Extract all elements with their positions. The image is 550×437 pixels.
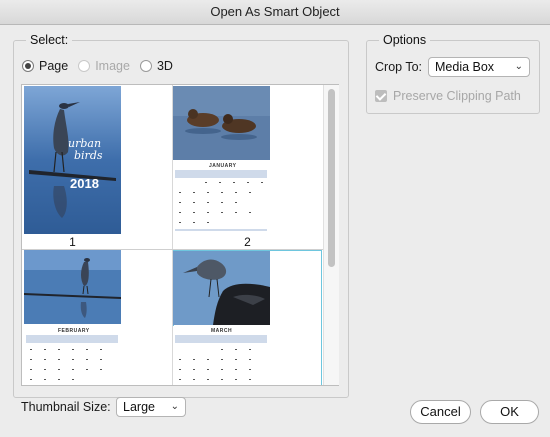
checkbox-check-icon: [375, 90, 387, 102]
select-radio-group: Page Image 3D: [22, 58, 183, 74]
january-day-grid: [175, 182, 267, 231]
thumbnail-size-label: Thumbnail Size:: [21, 400, 111, 414]
radio-image[interactable]: Image: [78, 59, 130, 73]
chevron-down-icon: ⌄: [514, 61, 523, 72]
options-label: Options: [379, 33, 431, 47]
march-day-grid: [179, 349, 251, 380]
preserve-clipping-label: Preserve Clipping Path: [393, 89, 521, 103]
ok-button[interactable]: OK: [480, 400, 539, 424]
radio-3d-label: 3D: [156, 59, 173, 73]
chevron-down-icon: ⌄: [170, 401, 179, 412]
page-number-1: 1: [69, 235, 76, 249]
heron-rocks-photo: [173, 251, 270, 325]
cancel-button[interactable]: Cancel: [410, 400, 471, 424]
page-number-2: 2: [244, 235, 251, 249]
thumbnail-page-1[interactable]: urban birds 2018 1: [22, 85, 171, 249]
radio-page-dot: [22, 60, 34, 72]
cover-title-line2: birds: [74, 149, 103, 162]
preserve-clipping-checkbox[interactable]: Preserve Clipping Path: [375, 89, 521, 103]
radio-image-dot: [78, 60, 91, 72]
radio-3d-dot: [139, 60, 152, 72]
select-label: Select:: [26, 33, 73, 47]
january-month-title: JANUARY: [209, 163, 237, 169]
radio-page[interactable]: Page: [22, 59, 68, 73]
january-calendar: JANUARY: [173, 161, 270, 233]
thumbnail-page-4[interactable]: MARCH: [173, 250, 322, 385]
crop-to-value: Media Box: [435, 60, 495, 74]
heron-log-photo: [24, 250, 121, 324]
thumbnail-size-value: Large: [123, 400, 155, 414]
thumbnail-size-select[interactable]: Large ⌄: [116, 397, 186, 417]
thumbnail-scrollbar[interactable]: [323, 85, 339, 385]
thumbnail-page-2[interactable]: JANUARY 2: [173, 85, 322, 249]
radio-image-label: Image: [95, 59, 130, 73]
radio-page-label: Page: [39, 59, 69, 73]
march-weekday-row: [175, 335, 267, 343]
ducks-photo: [173, 86, 270, 160]
cover-image: [24, 86, 121, 234]
february-calendar: FEBRUARY: [24, 326, 121, 385]
thumbnail-page-3[interactable]: FEBRUARY: [22, 250, 171, 385]
crop-to-select[interactable]: Media Box ⌄: [428, 57, 530, 77]
february-weekday-row: [26, 335, 118, 343]
radio-3d[interactable]: 3D: [139, 59, 173, 73]
thumbnail-grid[interactable]: urban birds 2018 1 JANUARY 2 FEBRUARY MA…: [21, 84, 339, 386]
crop-to-label: Crop To:: [375, 60, 423, 74]
february-day-grid: [30, 349, 102, 380]
january-weekday-row: [175, 170, 267, 178]
window-title: Open As Smart Object: [0, 0, 550, 25]
cover-year: 2018: [70, 176, 99, 191]
march-calendar: MARCH: [173, 326, 270, 385]
march-month-title: MARCH: [211, 328, 233, 334]
thumbnail-scrollbar-thumb[interactable]: [328, 89, 335, 267]
february-month-title: FEBRUARY: [58, 328, 90, 334]
